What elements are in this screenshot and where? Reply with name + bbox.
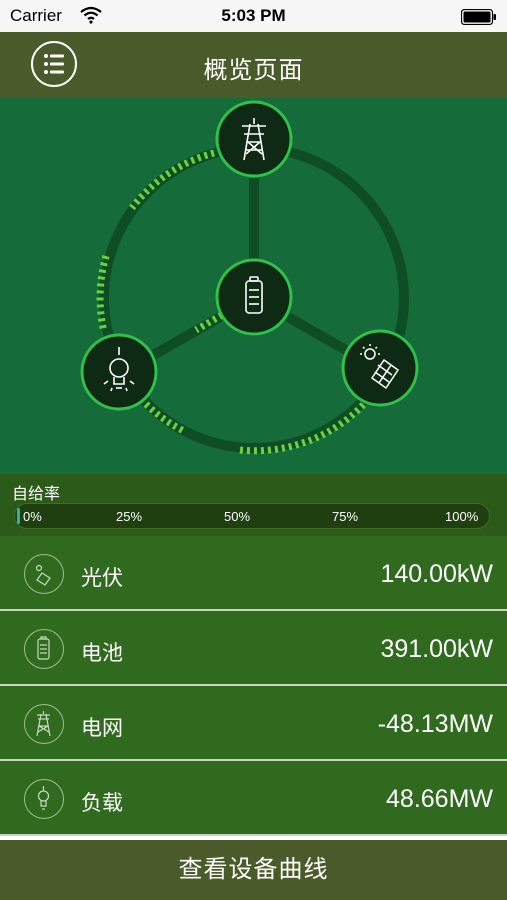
row-value: 48.66MW [386, 785, 493, 813]
energy-flow-diagram [0, 98, 507, 474]
grid-node[interactable] [215, 100, 293, 178]
light-bulb-icon [24, 779, 64, 819]
list-item-load[interactable]: 负载 48.66MW [0, 761, 507, 836]
tick-label: 0% [23, 509, 42, 524]
battery-node[interactable] [215, 258, 293, 336]
tick-label: 100% [445, 509, 479, 524]
tick-label: 75% [332, 509, 359, 524]
row-value: 391.00kW [380, 635, 493, 663]
solar-panel-icon [24, 554, 64, 594]
tick-label: 50% [224, 509, 251, 524]
solar-node[interactable] [341, 329, 419, 407]
row-label: 光伏 [81, 567, 123, 590]
row-label: 负载 [81, 792, 123, 815]
transmission-tower-icon [24, 704, 64, 744]
nav-bar: 概览页面 [0, 32, 507, 98]
status-bar: Carrier 5:03 PM [0, 0, 507, 32]
device-list: 光伏 140.00kW 电池 391.00kW 电网 -48.13MW 负载 4… [0, 536, 507, 836]
page-title: 概览页面 [203, 57, 304, 84]
status-time: 5:03 PM [221, 6, 286, 25]
view-device-curve-button[interactable]: 查看设备曲线 [0, 840, 507, 900]
row-value: 140.00kW [380, 560, 493, 588]
list-item-battery[interactable]: 电池 391.00kW [0, 611, 507, 686]
row-label: 电池 [81, 642, 123, 665]
self-sufficiency-section: 自给率 0% 25% 50% 75% 100% [0, 474, 507, 536]
self-sufficiency-label: 自给率 [12, 486, 61, 503]
row-label: 电网 [81, 717, 123, 740]
list-item-solar[interactable]: 光伏 140.00kW [0, 536, 507, 611]
battery-status-icon [460, 8, 497, 26]
row-value: -48.13MW [377, 710, 493, 738]
self-sufficiency-bar: 0% 25% 50% 75% 100% [14, 503, 490, 529]
self-sufficiency-fill [17, 508, 20, 524]
load-node[interactable] [80, 333, 158, 411]
list-item-grid[interactable]: 电网 -48.13MW [0, 686, 507, 761]
tick-label: 25% [116, 509, 143, 524]
battery-icon [24, 629, 64, 669]
